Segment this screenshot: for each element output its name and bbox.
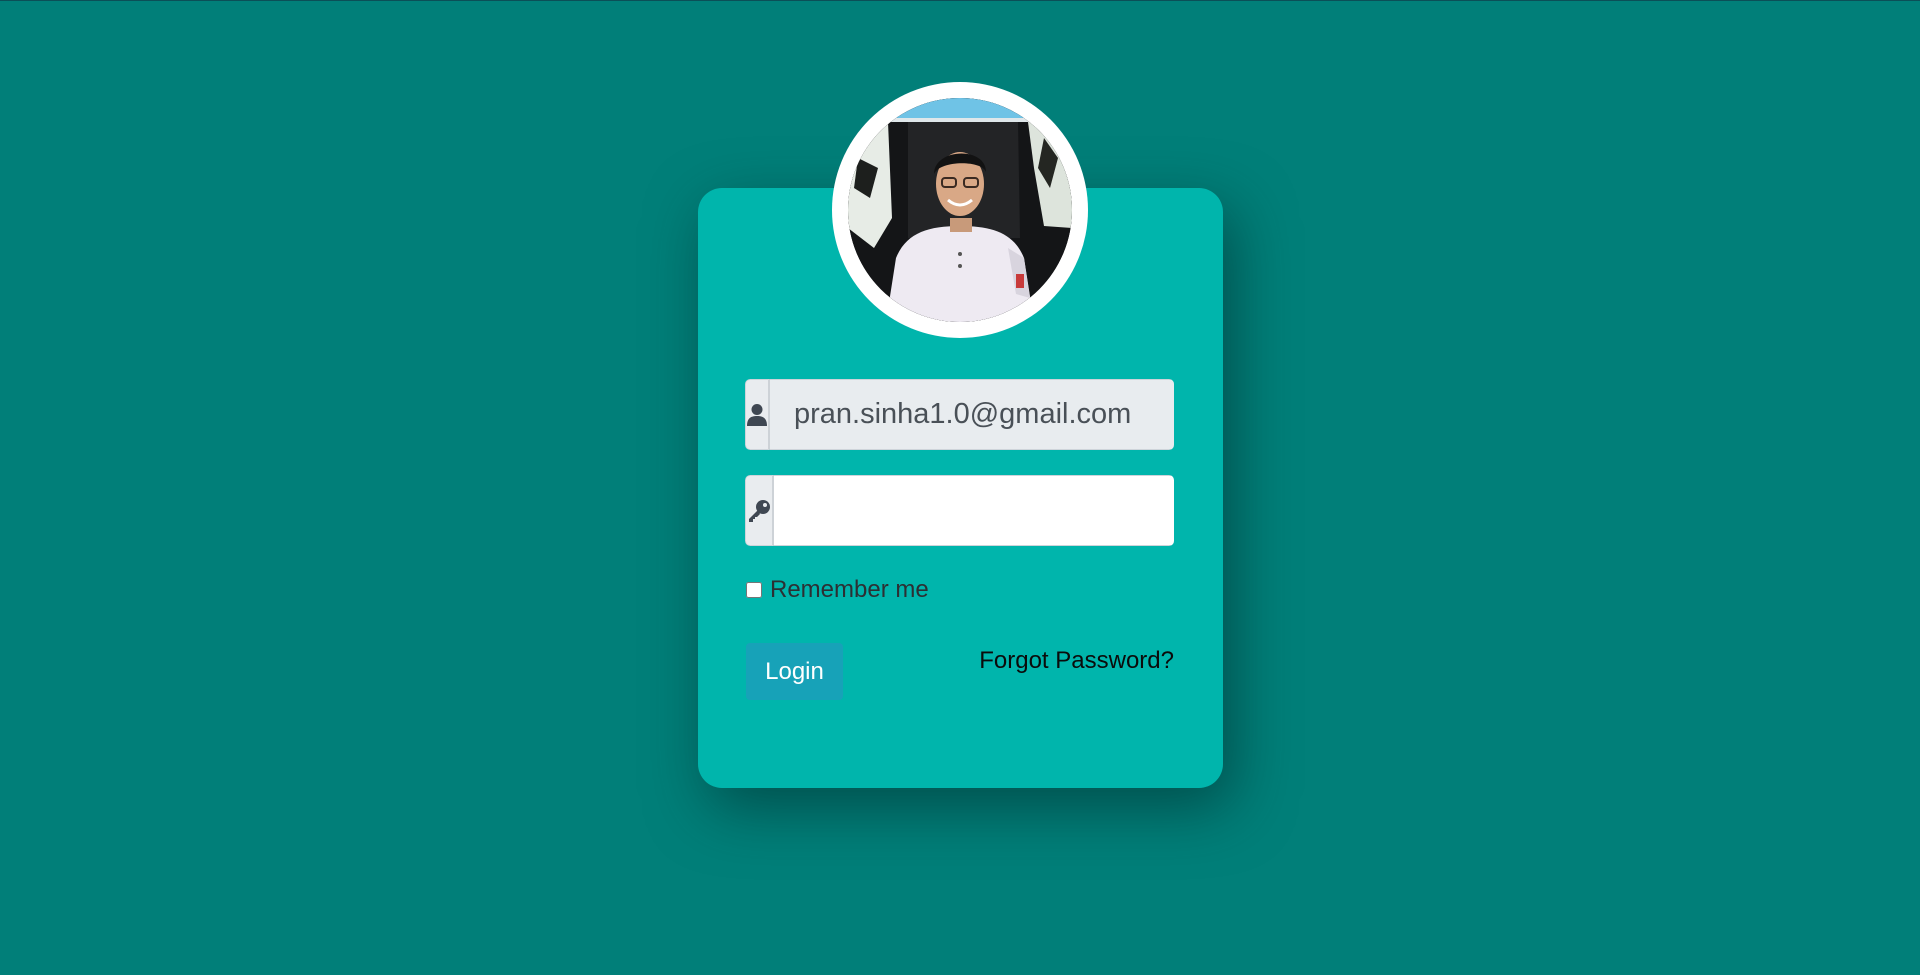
login-button[interactable]: Login (746, 643, 843, 700)
email-input-group (745, 379, 1174, 450)
username-addon (745, 379, 770, 450)
avatar (848, 98, 1072, 322)
top-border (0, 0, 1920, 1)
remember-me-label: Remember me (770, 576, 929, 603)
password-input-group (745, 475, 1174, 546)
remember-me[interactable]: Remember me (746, 576, 929, 604)
forgot-password-link[interactable]: Forgot Password? (978, 647, 1174, 675)
key-icon (749, 499, 770, 522)
email-field[interactable] (770, 379, 1174, 450)
avatar-photo (848, 98, 1072, 322)
password-field[interactable] (774, 475, 1174, 546)
user-icon (747, 403, 767, 426)
password-addon (745, 475, 774, 546)
remember-me-checkbox[interactable] (746, 582, 762, 598)
